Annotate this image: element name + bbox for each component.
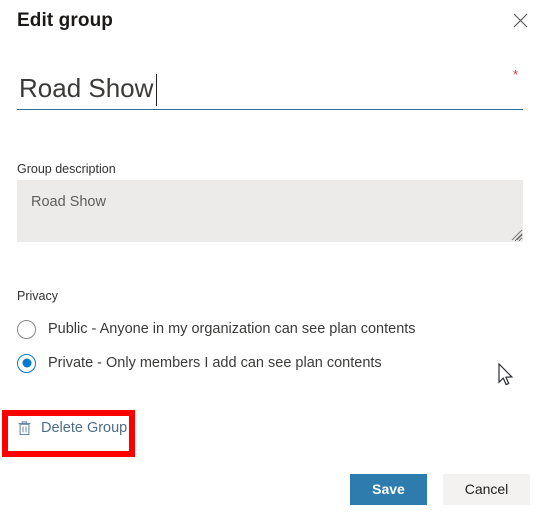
privacy-option-private[interactable]: Private - Only members I add can see pla…: [17, 352, 382, 374]
privacy-option-public-label: Public - Anyone in my organization can s…: [48, 321, 416, 337]
close-button[interactable]: [508, 8, 532, 32]
cancel-button[interactable]: Cancel: [443, 474, 530, 505]
radio-public-icon[interactable]: [17, 319, 36, 339]
group-name-input[interactable]: [17, 72, 523, 110]
group-description-textarea[interactable]: [17, 180, 523, 242]
text-caret: [156, 74, 157, 106]
group-name-field: [17, 72, 523, 110]
privacy-option-private-label: Private - Only members I add can see pla…: [48, 355, 382, 371]
panel-header: Edit group: [17, 8, 529, 40]
mouse-cursor-icon: [498, 362, 516, 389]
group-description-label: Group description: [17, 162, 116, 176]
page-title: Edit group: [17, 10, 113, 31]
delete-group-button[interactable]: Delete Group: [17, 417, 127, 439]
save-button[interactable]: Save: [350, 474, 427, 505]
required-asterisk: *: [513, 67, 519, 82]
edit-group-panel: Edit group * Group description Privacy P…: [0, 0, 546, 514]
delete-group-label: Delete Group: [41, 420, 128, 436]
privacy-label: Privacy: [17, 289, 58, 303]
close-icon: [513, 13, 528, 28]
privacy-option-public[interactable]: Public - Anyone in my organization can s…: [17, 318, 416, 340]
trash-icon: [17, 420, 32, 436]
radio-private-icon[interactable]: [17, 353, 36, 373]
